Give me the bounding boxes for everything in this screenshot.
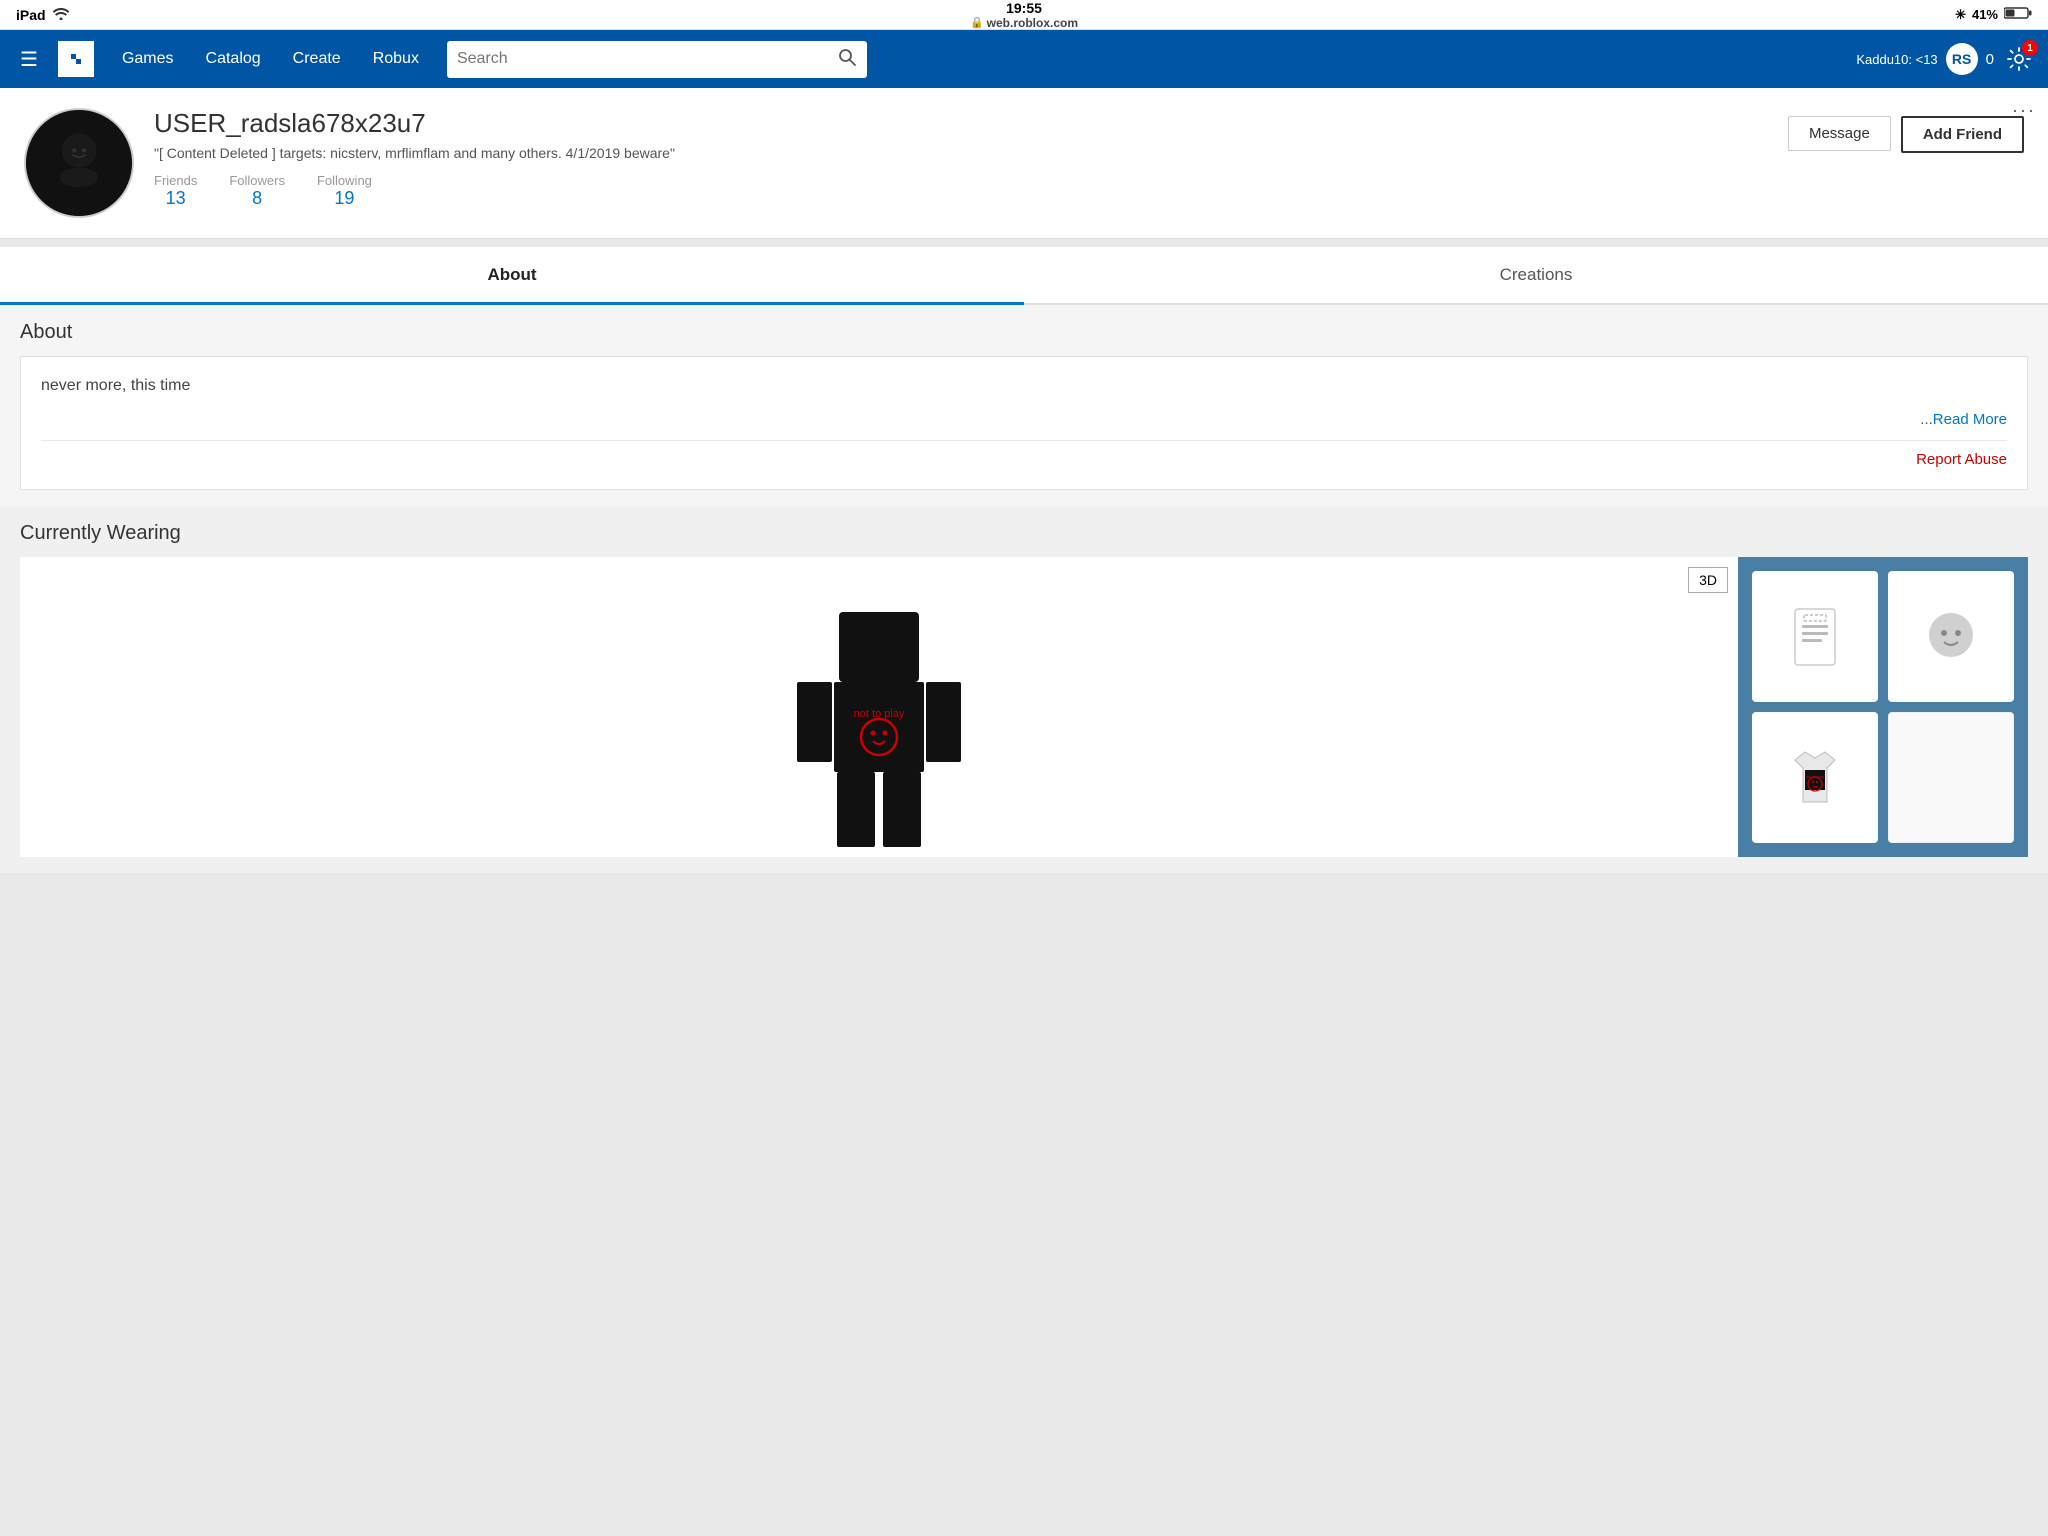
message-button[interactable]: Message: [1788, 116, 1891, 151]
bluetooth-icon: ✳: [1955, 7, 1966, 23]
wearing-3d-view: 3D not to play: [20, 557, 1738, 857]
report-abuse-line: Report Abuse: [41, 441, 2007, 469]
wearing-item-2[interactable]: [1888, 571, 2014, 702]
search-button[interactable]: [837, 47, 857, 72]
nav-right: Kaddu10: <13 RS 0 1: [1856, 42, 2036, 76]
nav-links: Games Catalog Create Robux: [106, 42, 435, 76]
battery-label: 41%: [1972, 7, 1998, 22]
profile-info: USER_radsla678x23u7 "[ Content Deleted ]…: [154, 108, 1768, 209]
read-more-line: ...Read More: [41, 411, 2007, 441]
search-bar: [447, 41, 867, 78]
friends-label: Friends: [154, 173, 197, 188]
nav-user-label: Kaddu10: <13: [1856, 52, 1937, 67]
character-svg: not to play: [769, 562, 989, 852]
tab-creations[interactable]: Creations: [1024, 247, 2048, 303]
time-label: 19:55: [1006, 0, 1042, 16]
settings-badge: 1: [2022, 40, 2038, 56]
following-label: Following: [317, 173, 372, 188]
profile-avatar: [24, 108, 134, 218]
wearing-item-3[interactable]: not to play: [1752, 712, 1878, 843]
following-value[interactable]: 19: [317, 188, 372, 209]
search-input[interactable]: [457, 50, 837, 68]
wearing-heading: Currently Wearing: [20, 522, 2028, 545]
url-label: web.roblox.com: [987, 16, 1078, 30]
robux-count: 0: [1986, 51, 1994, 68]
more-options-icon[interactable]: ···: [2012, 100, 2036, 121]
followers-label: Followers: [229, 173, 285, 188]
profile-stats: Friends 13 Followers 8 Following 19: [154, 173, 1768, 209]
tabs-section: About Creations: [0, 247, 2048, 305]
profile-actions: Message Add Friend: [1788, 108, 2024, 153]
about-text: never more, this time: [41, 377, 2007, 395]
about-card: never more, this time ...Read More Repor…: [20, 356, 2028, 490]
url-bar: 🔒 web.roblox.com: [970, 16, 1078, 30]
wearing-item-4[interactable]: [1888, 712, 2014, 843]
profile-username: USER_radsla678x23u7: [154, 108, 1768, 139]
friends-value[interactable]: 13: [154, 188, 197, 209]
nav-catalog[interactable]: Catalog: [190, 42, 277, 76]
profile-bio: "[ Content Deleted ] targets: nicsterv, …: [154, 145, 1768, 161]
hamburger-button[interactable]: ☰: [12, 39, 46, 80]
robux-icon[interactable]: RS: [1946, 43, 1978, 75]
roblox-logo[interactable]: [58, 41, 94, 77]
followers-value[interactable]: 8: [229, 188, 285, 209]
wearing-section: Currently Wearing 3D not to play: [0, 506, 2048, 873]
stat-friends: Friends 13: [154, 173, 197, 209]
report-abuse-link[interactable]: Report Abuse: [1916, 451, 2007, 468]
add-friend-button[interactable]: Add Friend: [1901, 116, 2024, 153]
stat-followers: Followers 8: [229, 173, 285, 209]
battery-icon: [2004, 6, 2032, 23]
read-more-link[interactable]: Read More: [1933, 411, 2007, 428]
status-bar: iPad 19:55 🔒 web.roblox.com ✳ 41%: [0, 0, 2048, 30]
nav-games[interactable]: Games: [106, 42, 190, 76]
status-right: ✳ 41%: [1955, 6, 2032, 23]
settings-button[interactable]: 1: [2002, 42, 2036, 76]
profile-section: USER_radsla678x23u7 "[ Content Deleted ]…: [0, 88, 2048, 239]
wifi-icon: [52, 6, 70, 23]
stat-following: Following 19: [317, 173, 372, 209]
navbar: ☰ Games Catalog Create Robux Kaddu10: <1…: [0, 30, 2048, 88]
wearing-item-1[interactable]: [1752, 571, 1878, 702]
ipad-label: iPad: [16, 7, 46, 23]
status-center: 19:55 🔒 web.roblox.com: [970, 0, 1078, 30]
nav-robux[interactable]: Robux: [357, 42, 435, 76]
status-left: iPad: [16, 6, 70, 23]
3d-button[interactable]: 3D: [1688, 567, 1728, 593]
nav-create[interactable]: Create: [277, 42, 357, 76]
wearing-content: 3D not to play: [20, 557, 2028, 857]
read-more-prefix: ...: [1920, 411, 1933, 428]
about-section: About never more, this time ...Read More…: [0, 305, 2048, 506]
wearing-items-grid: not to play: [1738, 557, 2028, 857]
about-heading: About: [20, 321, 2028, 344]
tab-about[interactable]: About: [0, 247, 1024, 303]
lock-icon: 🔒: [970, 16, 984, 29]
